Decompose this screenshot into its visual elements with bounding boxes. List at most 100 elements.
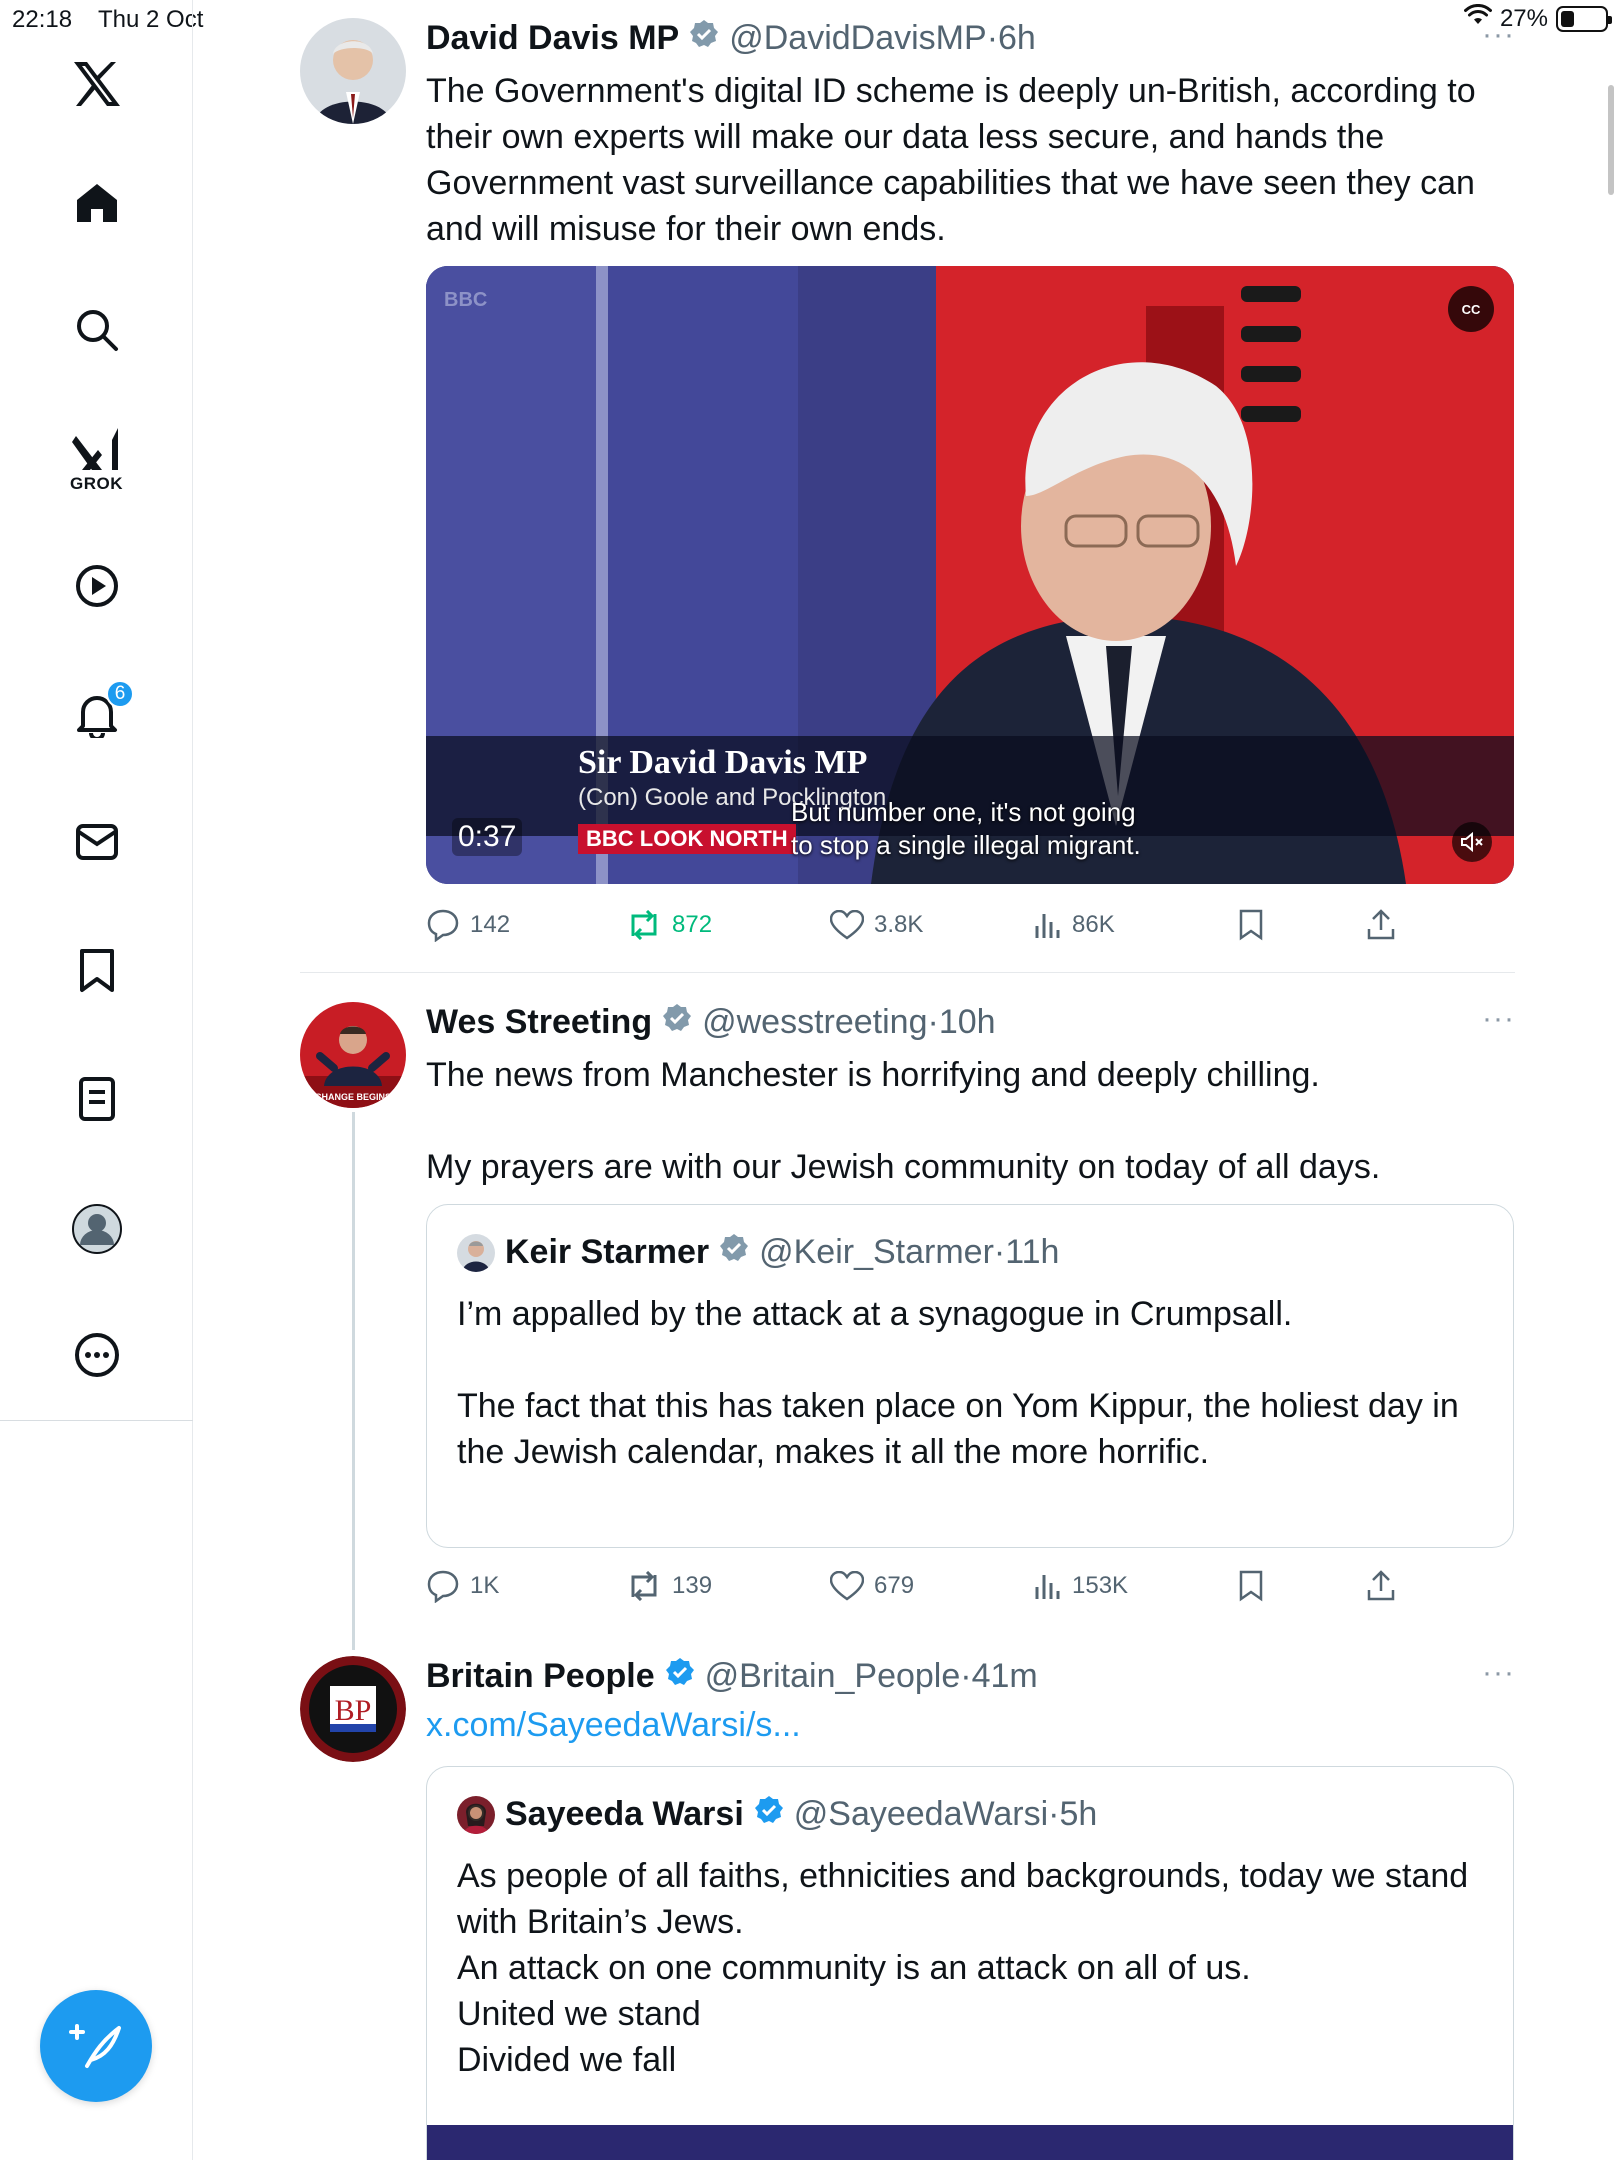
tweet-header: Wes Streeting @wesstreeting · 10h [426, 1002, 1515, 1042]
more-options-button[interactable]: ··· [1482, 1656, 1515, 1690]
reply-count: 1K [470, 1572, 500, 1599]
sidebar-divider [0, 1420, 193, 1421]
grok-icon [71, 428, 118, 470]
bookmark-button[interactable] [1238, 1570, 1264, 1602]
sidebar-item-grok[interactable]: GROK [0, 428, 193, 494]
avatar-text: BP [335, 1694, 372, 1727]
heart-icon [830, 910, 864, 940]
author-name[interactable]: Wes Streeting [426, 1003, 652, 1042]
repost-button[interactable]: 139 [626, 1571, 712, 1601]
video-programme-tag: BBC LOOK NORTH [578, 824, 796, 854]
tweet-header: David Davis MP @DavidDavisMP · 6h [426, 18, 1515, 58]
quoted-author-name: Keir Starmer [505, 1233, 710, 1271]
bookmark-button[interactable] [1238, 909, 1264, 941]
quoted-media-preview[interactable] [427, 2125, 1513, 2160]
author-handle[interactable]: @Britain_People [705, 1657, 961, 1696]
tweet-actions: 1K 139 679 153K [426, 1566, 1406, 1606]
x-logo[interactable] [0, 60, 193, 108]
verified-badge-icon [719, 1233, 749, 1272]
author-handle[interactable]: @wesstreeting [702, 1003, 927, 1042]
separator-dot: · [927, 1002, 939, 1041]
like-button[interactable]: 3.8K [830, 910, 923, 940]
sidebar-item-notifications[interactable]: 6 [0, 680, 193, 738]
avatar[interactable]: CHANGE BEGINS [300, 1002, 406, 1108]
x-logo-icon [73, 62, 120, 106]
post-time[interactable]: 6h [998, 19, 1036, 58]
views-chart-icon [1035, 914, 1060, 938]
separator-dot: · [960, 1656, 972, 1695]
sidebar-item-explore[interactable] [0, 308, 193, 352]
captions-button[interactable]: CC [1448, 286, 1494, 332]
quoted-tweet[interactable]: Sayeeda Warsi @SayeedaWarsi · 5h As peop… [426, 1766, 1514, 2160]
tweet-actions: 142 872 3.8K 86K [426, 905, 1406, 945]
views-count: 86K [1072, 911, 1115, 938]
quoted-author-handle: @SayeedaWarsi [793, 1795, 1049, 1833]
more-options-button[interactable]: ··· [1482, 18, 1515, 52]
reply-count: 142 [470, 911, 511, 938]
repost-icon [631, 1571, 657, 1601]
avatar[interactable] [300, 18, 406, 124]
video-player[interactable]: BBC CC Sir David Davis MP (Con) Goole an… [426, 266, 1514, 884]
sidebar-item-profile[interactable] [0, 1203, 193, 1255]
video-caption: But number one, it's not going to stop a… [791, 796, 1141, 862]
quoted-tweet[interactable]: Keir Starmer @Keir_Starmer · 11h I’m app… [426, 1204, 1514, 1548]
tweet-divider [300, 972, 1515, 973]
post-time[interactable]: 41m [972, 1657, 1038, 1696]
separator-dot: · [993, 1233, 1006, 1271]
video-caption-line: to stop a single illegal migrant. [791, 830, 1141, 860]
scrollbar[interactable] [1608, 85, 1614, 195]
avatar[interactable]: BP [300, 1656, 406, 1762]
repost-icon [631, 910, 657, 940]
author-name[interactable]: David Davis MP [426, 19, 679, 58]
quoted-avatar [457, 1233, 495, 1272]
reply-icon [427, 909, 459, 942]
home-icon [76, 184, 117, 222]
repost-button[interactable]: 872 [626, 910, 712, 940]
sidebar-nav: GROK 6 [0, 0, 193, 2160]
verified-badge-icon [662, 1003, 692, 1042]
views-button[interactable]: 153K [1034, 1571, 1128, 1601]
author-handle[interactable]: @DavidDavisMP [729, 19, 986, 58]
sidebar-item-messages[interactable] [0, 822, 193, 862]
tweet-text: The news from Manchester is horrifying a… [426, 1056, 1381, 1186]
author-name[interactable]: Britain People [426, 1657, 655, 1696]
play-circle-icon [75, 565, 118, 607]
share-upload-icon [1367, 1570, 1395, 1601]
mail-icon [75, 824, 118, 860]
search-icon [76, 310, 118, 351]
mute-button[interactable] [1452, 822, 1492, 862]
share-button[interactable] [1366, 1570, 1396, 1602]
svg-text:CHANGE BEGINS: CHANGE BEGINS [315, 1092, 391, 1102]
quoted-tweet-header: Keir Starmer @Keir_Starmer · 11h [457, 1233, 1059, 1272]
reply-button[interactable]: 142 [426, 908, 510, 942]
sidebar-item-more[interactable] [0, 1332, 193, 1378]
reply-button[interactable]: 1K [426, 1569, 499, 1603]
notifications-badge: 6 [106, 680, 134, 708]
more-circle-icon [74, 1333, 119, 1377]
share-button[interactable] [1366, 909, 1396, 941]
sidebar-item-video[interactable] [0, 564, 193, 608]
quoted-post-time: 5h [1059, 1795, 1098, 1833]
sidebar-item-home[interactable] [0, 182, 193, 224]
post-time[interactable]: 10h [939, 1003, 996, 1042]
tweet-header: Britain People @Britain_People · 41m [426, 1656, 1515, 1696]
video-duration: 0:37 [452, 818, 523, 856]
heart-icon [830, 1571, 864, 1601]
quoted-tweet-header: Sayeeda Warsi @SayeedaWarsi · 5h [457, 1795, 1097, 1834]
bookmark-icon [1239, 909, 1263, 941]
tweet-content: Britain People @Britain_People · 41m ···… [426, 1656, 1515, 1745]
thread-line [352, 1112, 355, 1650]
quoted-tweet-text: As people of all faiths, ethnicities and… [457, 1857, 1469, 2079]
verified-badge-icon [754, 1795, 784, 1834]
bookmark-icon [79, 949, 114, 992]
sidebar-item-bookmarks[interactable] [0, 948, 193, 994]
like-count: 3.8K [874, 911, 924, 938]
tweet-link[interactable]: x.com/SayeedaWarsi/s... [426, 1706, 1515, 1745]
compose-post-button[interactable] [40, 1990, 152, 2102]
tweet-content: David Davis MP @DavidDavisMP · 6h ··· Th… [426, 18, 1515, 252]
more-options-button[interactable]: ··· [1482, 1002, 1515, 1036]
sidebar-item-lists[interactable] [0, 1076, 193, 1122]
like-button[interactable]: 679 [830, 1571, 914, 1601]
views-chart-icon [1035, 1575, 1060, 1599]
views-button[interactable]: 86K [1034, 910, 1115, 940]
